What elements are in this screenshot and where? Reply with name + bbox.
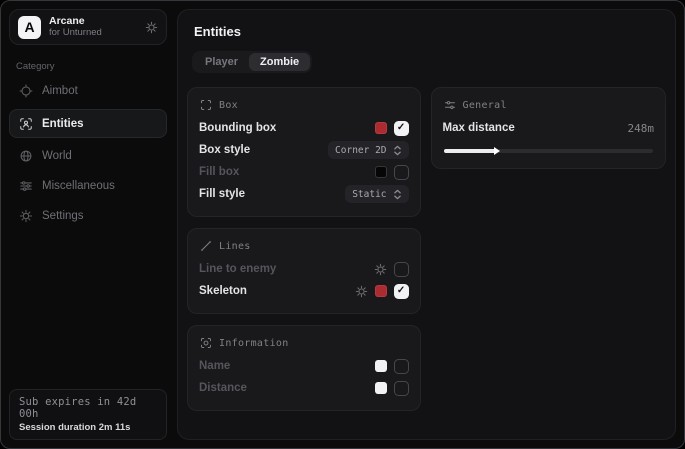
gear-icon[interactable] [374,263,387,276]
setting-label: Name [199,360,230,372]
gear-icon[interactable] [355,285,368,298]
globe-icon [19,149,33,163]
setting-label: Box style [199,144,250,156]
information-icon [200,337,212,349]
checkbox-unchecked[interactable] [394,165,409,180]
setting-row-fill-box: Fill box [199,161,409,183]
color-swatch[interactable] [375,382,387,394]
max-distance-value: 248m [628,122,655,135]
setting-row-bounding-box: Bounding box ✓ [199,117,409,139]
sidebar: A Arcane for Unturned Category Aimbot [1,1,175,448]
setting-label: Bounding box [199,122,276,134]
setting-row-max-distance: Max distance 248m [443,117,654,139]
entities-icon [19,117,33,131]
check-icon: ✓ [397,123,405,133]
entity-tabs: Player Zombie [192,51,312,73]
page-title: Entities [194,24,666,39]
chevron-updown-icon [393,189,402,200]
setting-row-name: Name [199,355,409,377]
sidebar-item-entities[interactable]: Entities [9,109,167,138]
subscription-expiry: Sub expires in 42d 00h [19,396,157,420]
setting-label: Fill box [199,166,239,178]
sliders-icon [19,179,33,193]
panel-title: General [463,100,507,111]
dropdown-value: Corner 2D [335,145,386,156]
setting-label: Distance [199,382,247,394]
information-panel: Information Name Distance [187,325,421,411]
main-panel: Entities Player Zombie Box [177,9,676,440]
fill-style-dropdown[interactable]: Static [345,185,408,203]
tune-icon [444,99,456,111]
chevron-updown-icon [393,145,402,156]
check-icon: ✓ [397,286,405,296]
sidebar-item-label: World [42,150,72,162]
general-panel: General Max distance 248m [431,87,666,169]
line-icon [200,240,212,252]
dropdown-value: Static [352,189,386,200]
setting-row-skeleton: Skeleton ✓ [199,280,409,302]
subscription-card: Sub expires in 42d 00h Session duration … [9,389,167,440]
panel-title: Box [219,100,238,111]
setting-label: Fill style [199,188,245,200]
lines-panel: Lines Line to enemy [187,228,421,314]
color-swatch[interactable] [375,360,387,372]
checkbox-unchecked[interactable] [394,262,409,277]
checkbox-checked[interactable]: ✓ [394,121,409,136]
category-label: Category [16,61,167,72]
sidebar-item-miscellaneous[interactable]: Miscellaneous [9,172,167,200]
app-window: A Arcane for Unturned Category Aimbot [0,0,685,449]
crosshair-icon [19,84,33,98]
setting-label: Max distance [443,122,515,134]
brand-text: Arcane for Unturned [49,16,137,38]
app-title: Arcane [49,16,137,28]
setting-row-box-style: Box style Corner 2D [199,139,409,161]
slider-thumb[interactable] [494,147,500,155]
tab-zombie[interactable]: Zombie [249,53,310,71]
sidebar-item-label: Miscellaneous [42,180,115,192]
app-logo: A [18,16,41,39]
sidebar-item-label: Settings [42,210,84,222]
color-swatch[interactable] [375,285,387,297]
color-swatch[interactable] [375,166,387,178]
sidebar-item-world[interactable]: World [9,142,167,170]
setting-label: Line to enemy [199,263,276,275]
checkbox-unchecked[interactable] [394,381,409,396]
setting-row-distance: Distance [199,377,409,399]
checkbox-unchecked[interactable] [394,359,409,374]
sidebar-item-settings[interactable]: Settings [9,202,167,230]
sidebar-item-label: Aimbot [42,85,78,97]
session-duration: Session duration 2m 11s [19,422,157,433]
panel-title: Lines [219,241,251,252]
box-style-dropdown[interactable]: Corner 2D [328,141,408,159]
color-swatch[interactable] [375,122,387,134]
setting-label: Skeleton [199,285,247,297]
sidebar-item-label: Entities [42,118,84,130]
gear-icon [19,209,33,223]
setting-row-fill-style: Fill style Static [199,183,409,205]
sidebar-item-aimbot[interactable]: Aimbot [9,77,167,105]
checkbox-checked[interactable]: ✓ [394,284,409,299]
max-distance-slider[interactable] [444,149,653,153]
setting-row-line-to-enemy: Line to enemy [199,258,409,280]
panel-title: Information [219,338,289,349]
box-corners-icon [200,99,212,111]
slider-fill [444,149,496,153]
box-panel: Box Bounding box ✓ Box style Co [187,87,421,217]
gear-icon[interactable] [145,21,158,34]
tab-player[interactable]: Player [194,53,249,71]
app-subtitle: for Unturned [49,28,137,38]
brand-card: A Arcane for Unturned [9,9,167,45]
